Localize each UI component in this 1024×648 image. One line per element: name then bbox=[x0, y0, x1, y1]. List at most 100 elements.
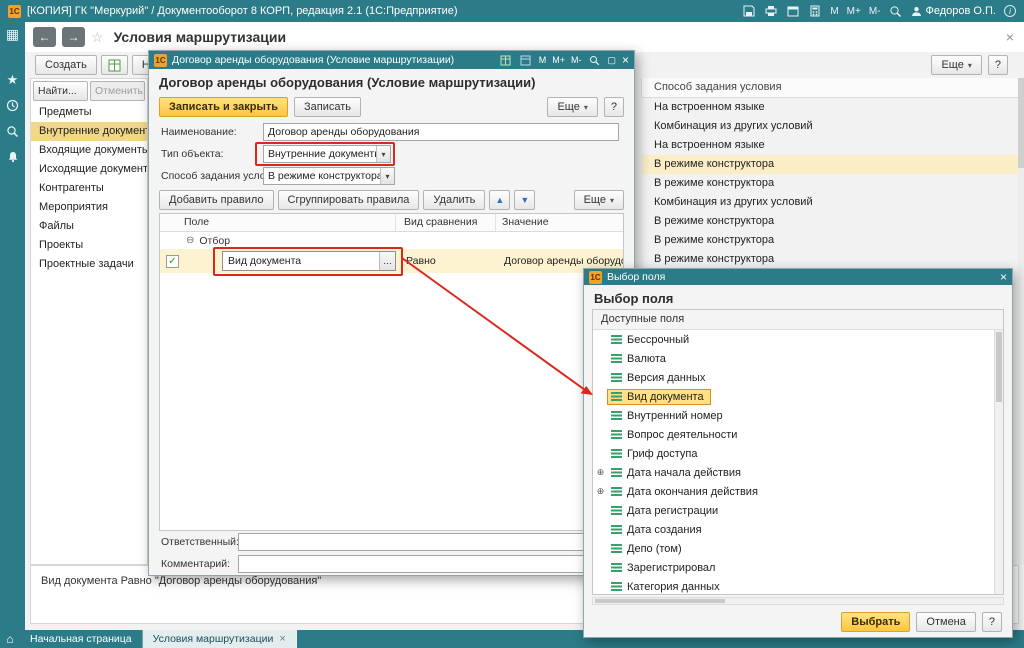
forward-button[interactable]: → bbox=[62, 27, 85, 47]
dialog-close-icon[interactable]: × bbox=[622, 53, 629, 67]
favorites-icon[interactable]: ★ bbox=[7, 73, 19, 86]
tab-home[interactable]: Начальная страница bbox=[20, 630, 143, 648]
field-item-expandable[interactable]: ⊕ Дата окончания действия bbox=[593, 482, 1003, 501]
table-row[interactable]: В режиме конструктора bbox=[641, 250, 1018, 269]
table-green-icon[interactable] bbox=[499, 53, 513, 67]
create-button[interactable]: Создать bbox=[35, 55, 97, 75]
field-item-selected[interactable]: Вид документа bbox=[593, 387, 1003, 406]
delete-rule-button[interactable]: Удалить bbox=[423, 190, 485, 210]
fields-hscrollbar[interactable] bbox=[592, 597, 1004, 605]
table-row-selected[interactable]: В режиме конструктора bbox=[641, 155, 1018, 174]
chevron-down-icon[interactable]: ▾ bbox=[380, 168, 394, 184]
m-button[interactable]: М bbox=[830, 6, 838, 17]
table-row[interactable]: На встроенном языке bbox=[641, 98, 1018, 117]
home-icon[interactable]: ⌂ bbox=[0, 630, 20, 648]
sidebar-item-subjects[interactable]: Предметы bbox=[31, 103, 147, 122]
window-close-icon[interactable]: × bbox=[1006, 29, 1014, 45]
scrollbar-thumb[interactable] bbox=[1018, 78, 1024, 168]
field-item[interactable]: Гриф доступа bbox=[593, 444, 1003, 463]
table-row[interactable]: В режиме конструктора bbox=[641, 174, 1018, 193]
m-button[interactable]: М bbox=[539, 55, 547, 65]
field-item-expandable[interactable]: ⊕ Дата начала действия bbox=[593, 463, 1003, 482]
field-item[interactable]: Версия данных bbox=[593, 368, 1003, 387]
main-menu-icon[interactable]: ▦ bbox=[6, 27, 19, 41]
name-input[interactable]: Договор аренды оборудования bbox=[263, 123, 619, 141]
favorite-star-icon[interactable]: ☆ bbox=[91, 29, 104, 46]
maximize-icon[interactable]: ▢ bbox=[607, 55, 616, 66]
move-up-button[interactable]: ▲ bbox=[489, 190, 510, 210]
info-icon[interactable]: i bbox=[1004, 5, 1016, 17]
help-button[interactable]: ? bbox=[982, 612, 1002, 632]
field-item[interactable]: Дата создания bbox=[593, 520, 1003, 539]
rule-row[interactable]: ✓ Вид документа … Равно Договор аренды о… bbox=[160, 249, 623, 273]
zoom-icon[interactable] bbox=[889, 4, 903, 18]
group-rules-button[interactable]: Сгруппировать правила bbox=[278, 190, 420, 210]
expand-icon[interactable]: ⊕ bbox=[594, 486, 607, 497]
more-button[interactable]: Еще▾ bbox=[547, 97, 597, 117]
save-and-close-button[interactable]: Записать и закрыть bbox=[159, 97, 288, 117]
tab-routing-conditions[interactable]: Условия маршрутизации × bbox=[143, 630, 297, 648]
comment-input[interactable] bbox=[238, 555, 619, 573]
field-picker-button[interactable]: … bbox=[379, 252, 395, 270]
field-item[interactable]: Внутренний номер bbox=[593, 406, 1003, 425]
select-button[interactable]: Выбрать bbox=[841, 612, 910, 632]
save-icon[interactable] bbox=[742, 4, 756, 18]
history-icon[interactable] bbox=[6, 99, 19, 112]
more-button[interactable]: Еще▾ bbox=[931, 55, 981, 75]
dialog-close-icon[interactable]: × bbox=[1000, 270, 1007, 284]
scrollbar-thumb[interactable] bbox=[595, 599, 725, 603]
field-item[interactable]: Зарегистрировал bbox=[593, 558, 1003, 577]
table-blue-icon[interactable] bbox=[519, 53, 533, 67]
help-button[interactable]: ? bbox=[988, 55, 1008, 75]
filter-group-row[interactable]: ⊖ Отбор bbox=[160, 232, 623, 249]
rule-value[interactable]: Договор аренды оборудования bbox=[496, 255, 624, 267]
fields-scrollbar[interactable] bbox=[994, 330, 1003, 594]
calendar-icon[interactable] bbox=[786, 4, 800, 18]
add-rule-button[interactable]: Добавить правило bbox=[159, 190, 274, 210]
m-minus-button[interactable]: М- bbox=[869, 6, 881, 17]
find-button[interactable]: Найти... bbox=[33, 81, 88, 101]
notifications-bell-icon[interactable] bbox=[7, 151, 19, 163]
m-plus-button[interactable]: М+ bbox=[847, 6, 861, 17]
sidebar-item-events[interactable]: Мероприятия bbox=[31, 198, 147, 217]
calculator-icon[interactable] bbox=[808, 4, 822, 18]
rule-comparison[interactable]: Равно bbox=[396, 255, 496, 267]
field-item[interactable]: Бессрочный bbox=[593, 330, 1003, 349]
field-item[interactable]: Вопрос деятельности bbox=[593, 425, 1003, 444]
cancel-button[interactable]: Отмена bbox=[916, 612, 975, 632]
column-header-condition-method[interactable]: Способ задания условия bbox=[641, 78, 1018, 98]
sidebar-item-project-tasks[interactable]: Проектные задачи bbox=[31, 255, 147, 274]
cancel-search-button[interactable]: Отменить по... bbox=[90, 81, 145, 101]
condition-method-select[interactable]: В режиме конструктора ▾ bbox=[263, 167, 395, 185]
help-button[interactable]: ? bbox=[604, 97, 624, 117]
field-item[interactable]: Депо (том) bbox=[593, 539, 1003, 558]
field-item[interactable]: Категория данных bbox=[593, 577, 1003, 595]
rule-field-input[interactable]: Вид документа … bbox=[222, 251, 396, 271]
collapse-icon[interactable]: ⊖ bbox=[186, 235, 194, 246]
current-user[interactable]: Федоров О.П. bbox=[911, 5, 997, 17]
table-row[interactable]: В режиме конструктора bbox=[641, 231, 1018, 250]
tab-close-icon[interactable]: × bbox=[279, 633, 285, 645]
object-type-select[interactable]: Внутренние документы ▾ bbox=[263, 145, 391, 163]
expand-icon[interactable]: ⊕ bbox=[594, 467, 607, 478]
back-button[interactable]: ← bbox=[33, 27, 56, 47]
rules-more-button[interactable]: Еще▾ bbox=[574, 190, 624, 210]
table-row[interactable]: Комбинация из других условий bbox=[641, 117, 1018, 136]
search-icon[interactable] bbox=[6, 125, 19, 138]
create-group-button[interactable] bbox=[101, 55, 128, 75]
sidebar-item-counterparties[interactable]: Контрагенты bbox=[31, 179, 147, 198]
sidebar-item-outgoing-documents[interactable]: Исходящие документы bbox=[31, 160, 147, 179]
m-minus-button[interactable]: М- bbox=[571, 55, 582, 65]
table-row[interactable]: Комбинация из других условий bbox=[641, 193, 1018, 212]
sidebar-item-internal-documents[interactable]: Внутренние документы bbox=[31, 122, 147, 141]
table-scrollbar[interactable] bbox=[1018, 78, 1024, 565]
chevron-down-icon[interactable]: ▾ bbox=[376, 146, 390, 162]
m-plus-button[interactable]: М+ bbox=[552, 55, 565, 65]
save-button[interactable]: Записать bbox=[294, 97, 361, 117]
sidebar-item-files[interactable]: Файлы bbox=[31, 217, 147, 236]
responsible-input[interactable] bbox=[238, 533, 619, 551]
rule-checkbox[interactable]: ✓ bbox=[166, 255, 179, 268]
table-row[interactable]: В режиме конструктора bbox=[641, 212, 1018, 231]
scrollbar-thumb[interactable] bbox=[996, 332, 1002, 402]
sidebar-item-incoming-documents[interactable]: Входящие документы bbox=[31, 141, 147, 160]
